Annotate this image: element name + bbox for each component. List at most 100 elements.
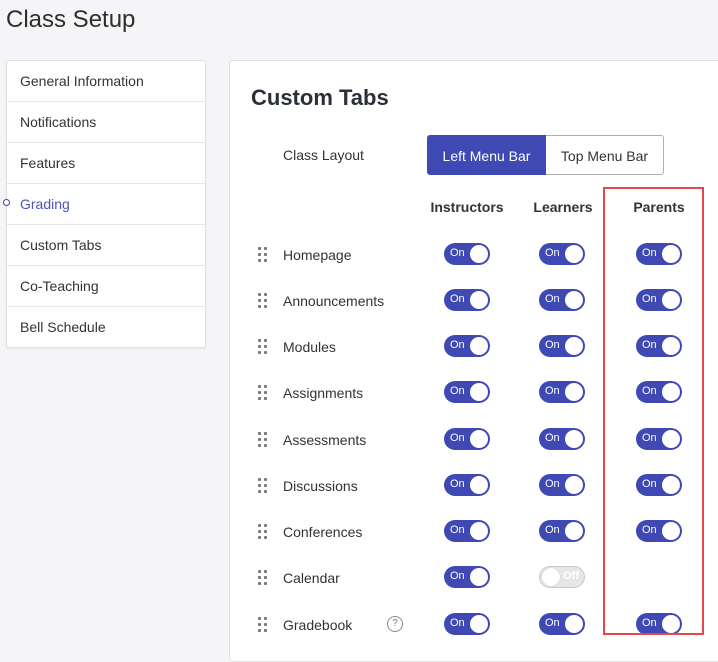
- sidebar-item-features[interactable]: Features: [7, 143, 205, 184]
- column-header-learners: Learners: [533, 199, 593, 215]
- instructors-toggle[interactable]: On: [444, 566, 490, 588]
- sidebar-item-label: General Information: [20, 73, 144, 89]
- drag-handle-icon[interactable]: [258, 617, 268, 633]
- table-row: Assessments On On On: [230, 428, 718, 452]
- learners-toggle[interactable]: On: [539, 474, 585, 496]
- toggle-knob: [470, 568, 488, 586]
- toggle-knob: [662, 337, 680, 355]
- table-row: Calendar On Off: [230, 566, 718, 590]
- sidebar-item-grading[interactable]: Grading: [3, 184, 205, 225]
- toggle-knob: [565, 522, 583, 540]
- sidebar-item-general-information[interactable]: General Information: [7, 61, 205, 102]
- toggle-knob: [565, 476, 583, 494]
- table-row: Announcements On On On: [230, 289, 718, 313]
- instructors-toggle[interactable]: On: [444, 289, 490, 311]
- drag-handle-icon[interactable]: [258, 524, 268, 540]
- drag-handle-icon[interactable]: [258, 385, 268, 401]
- parents-toggle[interactable]: On: [636, 243, 682, 265]
- toggle-knob: [470, 476, 488, 494]
- toggle-knob: [470, 337, 488, 355]
- toggle-state-label: On: [545, 247, 560, 259]
- left-menu-bar-button[interactable]: Left Menu Bar: [427, 135, 546, 175]
- sidebar-item-bell-schedule[interactable]: Bell Schedule: [7, 307, 205, 347]
- column-header-instructors: Instructors: [430, 199, 504, 215]
- drag-handle-icon[interactable]: [258, 339, 268, 355]
- drag-handle-icon[interactable]: [258, 247, 268, 263]
- drag-handle-icon[interactable]: [258, 432, 268, 448]
- toggle-state-label: On: [642, 617, 657, 629]
- parents-toggle[interactable]: On: [636, 613, 682, 635]
- row-label: Calendar: [283, 570, 340, 586]
- toggle-knob: [662, 522, 680, 540]
- sidebar-item-custom-tabs[interactable]: Custom Tabs: [7, 225, 205, 266]
- parents-toggle[interactable]: On: [636, 335, 682, 357]
- sidebar-nav: General Information Notifications Featur…: [3, 60, 206, 348]
- learners-toggle[interactable]: On: [539, 381, 585, 403]
- drag-handle-icon[interactable]: [258, 570, 268, 586]
- row-label: Discussions: [283, 478, 358, 494]
- row-label: Homepage: [283, 247, 352, 263]
- toggle-state-label: On: [642, 293, 657, 305]
- instructors-toggle[interactable]: On: [444, 428, 490, 450]
- instructors-toggle[interactable]: On: [444, 243, 490, 265]
- learners-toggle[interactable]: On: [539, 289, 585, 311]
- drag-handle-icon[interactable]: [258, 293, 268, 309]
- page-title: Class Setup: [6, 6, 136, 33]
- table-row: Homepage On On On: [230, 243, 718, 267]
- toggle-knob: [662, 383, 680, 401]
- toggle-knob: [470, 522, 488, 540]
- sidebar-item-label: Grading: [20, 196, 70, 212]
- toggle-knob: [470, 430, 488, 448]
- toggle-knob: [662, 291, 680, 309]
- toggle-state-label: On: [450, 478, 465, 490]
- section-title: Custom Tabs: [251, 85, 389, 110]
- row-label: Modules: [283, 339, 336, 355]
- toggle-knob: [565, 337, 583, 355]
- toggle-state-label: On: [642, 339, 657, 351]
- toggle-knob: [565, 245, 583, 263]
- sidebar-item-label: Custom Tabs: [20, 237, 102, 253]
- row-label: Gradebook: [283, 617, 353, 633]
- help-icon[interactable]: ?: [387, 616, 403, 632]
- row-label: Conferences: [283, 524, 363, 540]
- row-label: Announcements: [283, 293, 385, 309]
- toggle-knob: [565, 383, 583, 401]
- parents-toggle[interactable]: On: [636, 520, 682, 542]
- table-row: Discussions On On On: [230, 474, 718, 498]
- learners-toggle[interactable]: On: [539, 428, 585, 450]
- parents-toggle[interactable]: On: [636, 428, 682, 450]
- toggle-state-label: On: [545, 524, 560, 536]
- parents-toggle[interactable]: On: [636, 289, 682, 311]
- toggle-knob: [470, 291, 488, 309]
- learners-toggle[interactable]: On: [539, 243, 585, 265]
- learners-toggle[interactable]: On: [539, 613, 585, 635]
- toggle-state-label: Off: [563, 570, 579, 582]
- learners-toggle[interactable]: On: [539, 335, 585, 357]
- toggle-state-label: On: [450, 385, 465, 397]
- top-menu-bar-button[interactable]: Top Menu Bar: [546, 135, 664, 175]
- toggle-state-label: On: [642, 247, 657, 259]
- toggle-state-label: On: [450, 293, 465, 305]
- toggle-knob: [565, 291, 583, 309]
- instructors-toggle[interactable]: On: [444, 335, 490, 357]
- toggle-knob: [470, 383, 488, 401]
- toggle-state-label: On: [642, 478, 657, 490]
- instructors-toggle[interactable]: On: [444, 474, 490, 496]
- toggle-knob: [662, 615, 680, 633]
- instructors-toggle[interactable]: On: [444, 613, 490, 635]
- instructors-toggle[interactable]: On: [444, 520, 490, 542]
- learners-toggle[interactable]: On: [539, 520, 585, 542]
- instructors-toggle[interactable]: On: [444, 381, 490, 403]
- toggle-state-label: On: [545, 617, 560, 629]
- sidebar-item-label: Bell Schedule: [20, 319, 106, 335]
- sidebar-item-notifications[interactable]: Notifications: [7, 102, 205, 143]
- drag-handle-icon[interactable]: [258, 478, 268, 494]
- parents-toggle[interactable]: On: [636, 474, 682, 496]
- toggle-state-label: On: [642, 385, 657, 397]
- table-row: Modules On On On: [230, 335, 718, 359]
- toggle-state-label: On: [642, 524, 657, 536]
- toggle-state-label: On: [545, 385, 560, 397]
- parents-toggle[interactable]: On: [636, 381, 682, 403]
- learners-toggle[interactable]: Off: [539, 566, 585, 588]
- sidebar-item-co-teaching[interactable]: Co-Teaching: [7, 266, 205, 307]
